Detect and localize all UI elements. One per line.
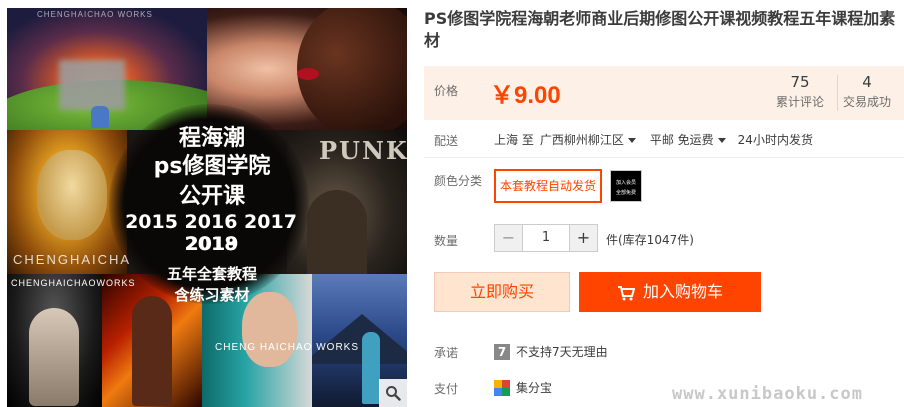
payment-label: 支付 (434, 382, 459, 396)
chevron-down-icon (717, 138, 726, 143)
price-value: ￥9.00 (490, 82, 561, 109)
sku-thumb-line-2: 全部免费 (615, 190, 636, 196)
watermark-bottom-mid: CHENG HAICHAO WORKS (215, 342, 360, 353)
headline-line-2: ps修图学院 (153, 154, 271, 179)
site-watermark: www.xunibaoku.com (672, 384, 863, 404)
quantity-input[interactable]: 1 (523, 225, 569, 251)
buy-now-button[interactable]: 立即购买 (434, 272, 570, 312)
sales-count: 4 (862, 73, 872, 91)
jifenbao-icon (494, 379, 510, 396)
sku-thumb-line-1: 加入会员 (615, 180, 636, 186)
payment-row: 集分宝 (494, 379, 552, 396)
sales-count-label: 交易成功 (842, 95, 891, 109)
headline-line-5: 2019 (185, 233, 239, 255)
shipping-row: 上海 至 广西柳州柳江区 平邮 免运费 24小时内发货 (494, 131, 813, 148)
punk-word: PUNK (319, 136, 407, 165)
headline-line-6: 五年全套教程 (166, 265, 257, 283)
cart-icon (617, 285, 635, 300)
add-to-cart-label: 加入购物车 (642, 282, 723, 301)
ship-method-select[interactable]: 平邮 免运费 (650, 131, 726, 148)
seven-day-icon: 7 (494, 343, 510, 360)
ship-destination-select[interactable]: 广西柳州柳江区 (540, 131, 636, 148)
blurred-area (59, 60, 125, 110)
promise-text[interactable]: 不支持7天无理由 (516, 343, 608, 360)
shipping-label: 配送 (434, 134, 459, 148)
review-count-label: 累计评论 (775, 95, 824, 109)
quantity-label: 数量 (434, 234, 459, 248)
product-main-image[interactable]: PUNK CHENGHAICHAO WORKS CHENGHAICHA CHEN… (7, 8, 407, 407)
promise-row: 7 不支持7天无理由 (494, 343, 608, 360)
price-label: 价格 (434, 84, 459, 98)
watermark-top: CHENGHAICHAO WORKS (37, 10, 153, 19)
product-title: PS修图学院程海朝老师商业后期修图公开课视频教程五年课程加素材 (424, 9, 896, 50)
review-count: 75 (790, 73, 810, 91)
headline-line-7: 含练习素材 (174, 286, 250, 304)
price-panel: 价格 ￥9.00 75 累计评论 4 交易成功 (424, 66, 904, 120)
sales-count-stat: 4 交易成功 (837, 73, 897, 110)
sku-option-selected[interactable]: 本套教程自动发货 (494, 169, 602, 203)
stock-info: 件(库存1047件) (606, 233, 694, 247)
promise-label: 承诺 (434, 346, 459, 360)
sku-option-thumbnail[interactable]: 加入会员 全部免费 (610, 170, 642, 202)
magnifier-icon (386, 386, 401, 401)
quantity-decrease-button[interactable]: − (495, 225, 523, 251)
headline-line-3: 公开课 (178, 184, 245, 209)
chevron-down-icon (627, 138, 636, 143)
sku-label: 颜色分类 (434, 174, 483, 188)
ship-from: 上海 至 (494, 133, 534, 147)
ship-method: 平邮 免运费 (649, 133, 714, 147)
zoom-button[interactable] (379, 379, 407, 407)
ship-destination: 广西柳州柳江区 (539, 133, 624, 147)
quantity-stepper: − 1 + (494, 224, 598, 252)
fantasy-photo-tile (7, 274, 102, 407)
ship-time: 24小时内发货 (737, 133, 813, 147)
quantity-increase-button[interactable]: + (569, 225, 597, 251)
divider (424, 157, 904, 158)
payment-text[interactable]: 集分宝 (516, 379, 552, 396)
add-to-cart-button[interactable]: 加入购物车 (579, 272, 761, 312)
review-count-stat[interactable]: 75 累计评论 (770, 73, 830, 110)
